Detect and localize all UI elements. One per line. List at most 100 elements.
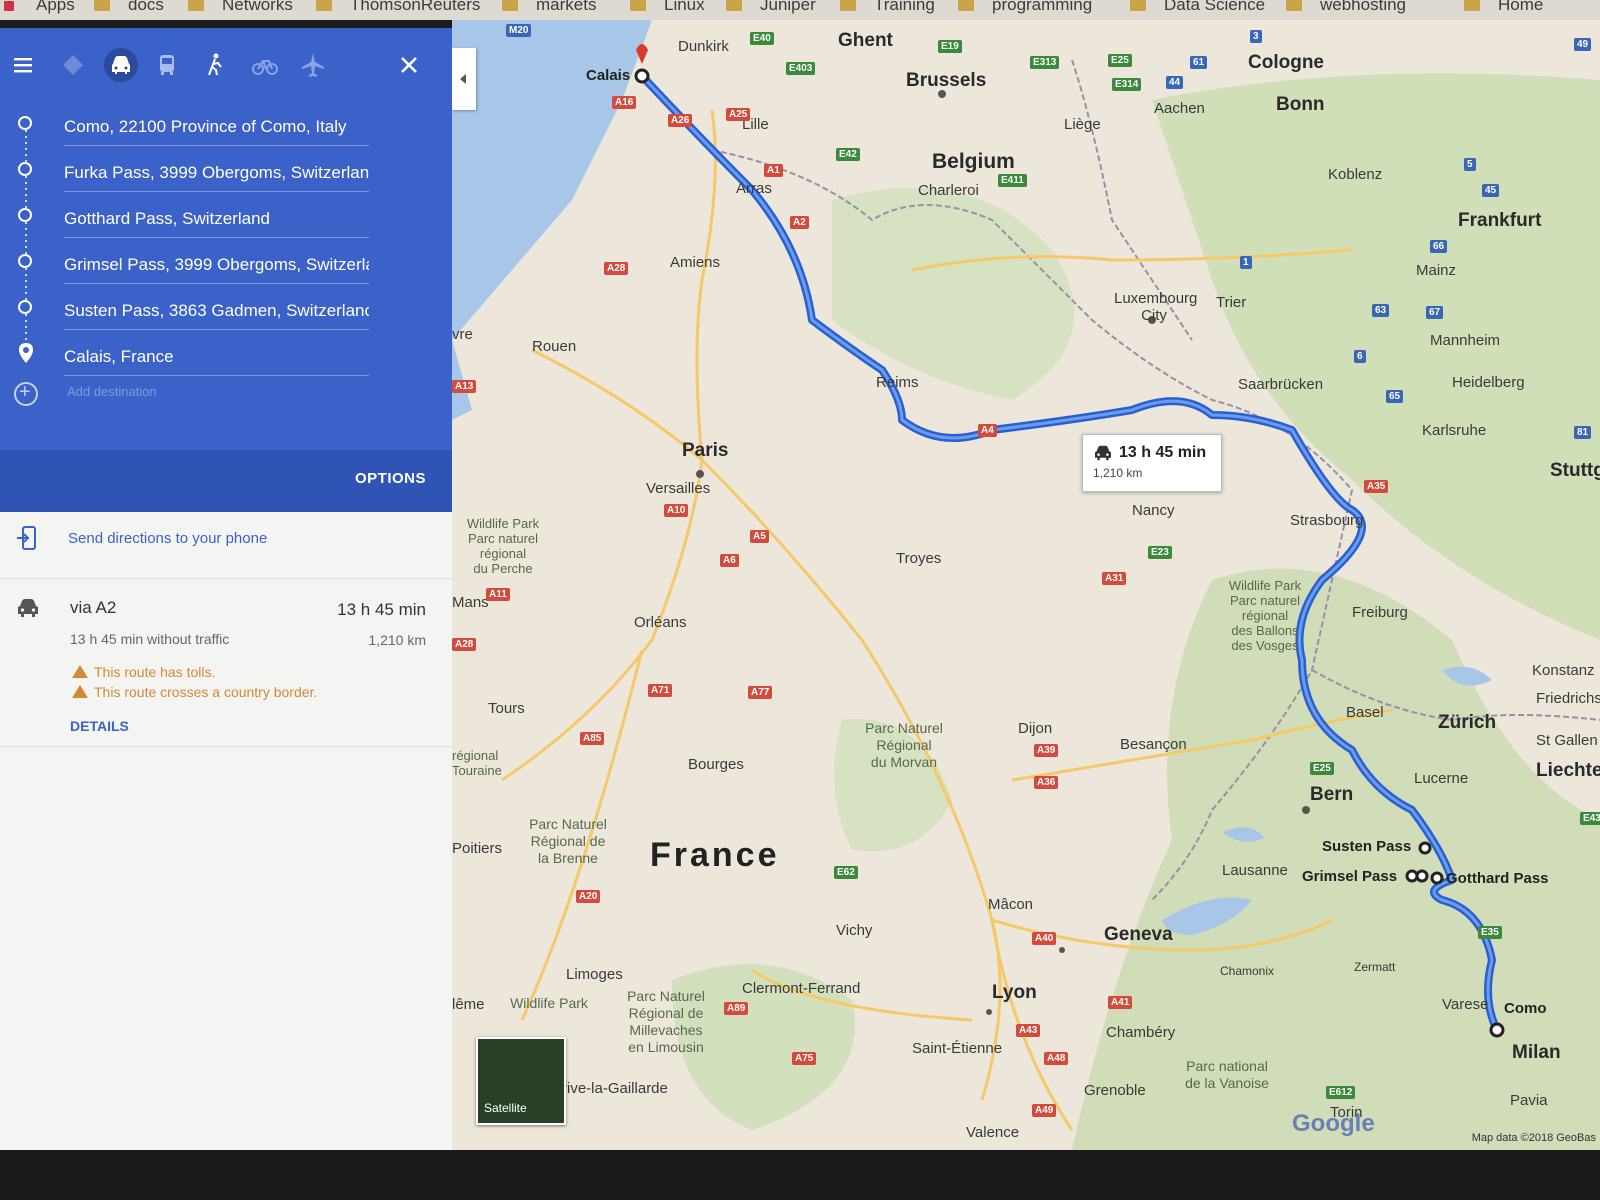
waypoint-input-6[interactable]: Calais, France <box>64 330 369 376</box>
road-badge: A20 <box>576 890 601 903</box>
road-badge: A4 <box>978 424 997 437</box>
city-label: Valence <box>966 1124 1020 1141</box>
stop-marker-calais[interactable] <box>634 68 650 84</box>
mode-transit[interactable] <box>150 48 184 82</box>
waypoint-input-5[interactable]: Susten Pass, 3863 Gadmen, Switzerlanc <box>64 284 369 330</box>
city-label: Como <box>1504 1000 1547 1017</box>
city-label: Arras <box>736 180 772 197</box>
route-summary-box[interactable]: 13 h 45 min 1,210 km <box>1082 434 1222 492</box>
city-label: Liechte <box>1536 760 1600 781</box>
send-directions-row[interactable]: Send directions to your phone <box>0 512 452 579</box>
menu-button[interactable] <box>6 48 40 82</box>
mode-walking[interactable] <box>198 48 232 82</box>
road-badge: E25 <box>1310 762 1334 775</box>
park-label: régional Touraine <box>452 748 502 778</box>
mode-driving[interactable] <box>104 48 138 82</box>
country-label: France <box>650 836 780 874</box>
road-badge: A40 <box>1032 932 1057 945</box>
waypoint-input-2[interactable]: Furka Pass, 3999 Obergoms, Switzerlan <box>64 146 369 192</box>
city-label: Besançon <box>1120 736 1187 753</box>
mode-cycling[interactable] <box>248 48 282 82</box>
road-badge: A10 <box>664 504 689 517</box>
mode-best-route[interactable] <box>56 48 90 82</box>
city-label: Bourges <box>688 756 744 773</box>
send-directions-link[interactable]: Send directions to your phone <box>68 530 267 547</box>
bookmark-apps[interactable]: Apps <box>4 0 75 15</box>
bookmark-networks[interactable]: Networks <box>188 0 293 15</box>
travel-mode-bar <box>0 44 452 84</box>
road-badge: 1 <box>1240 256 1252 269</box>
bookmark-thomsonreuters[interactable]: ThomsonReuters <box>316 0 480 15</box>
bookmark-data-science[interactable]: Data Science <box>1130 0 1265 15</box>
road-badge: E43 <box>1580 812 1600 825</box>
road-badge: E25 <box>1108 54 1132 67</box>
google-logo: Google <box>1292 1110 1375 1137</box>
route-traffic-note: 13 h 45 min without traffic <box>70 631 230 647</box>
collapse-panel-button[interactable] <box>452 48 476 110</box>
bookmark-markets[interactable]: markets <box>502 0 596 15</box>
close-directions-button[interactable] <box>392 48 426 82</box>
stop-label: Grimsel Pass <box>1302 868 1398 885</box>
bookmark-training[interactable]: Training <box>840 0 935 15</box>
bookmark-home[interactable]: Home <box>1464 0 1543 15</box>
road-badge: A75 <box>792 1052 817 1065</box>
city-label: Luxembourg City <box>1114 290 1198 324</box>
warning-icon <box>72 685 88 698</box>
bookmark-label: programming <box>992 0 1093 14</box>
route-option[interactable]: via A2 13 h 45 min 13 h 45 min without t… <box>0 578 452 747</box>
waypoint-input-4[interactable]: Grimsel Pass, 3999 Obergoms, Switzerla <box>64 238 369 284</box>
stop-marker-como[interactable] <box>1489 1022 1505 1038</box>
stop-marker-gotthard[interactable] <box>1430 871 1444 885</box>
road-badge: A13 <box>452 380 477 393</box>
road-badge: A28 <box>452 638 477 651</box>
city-label: Troyes <box>896 550 942 567</box>
road-badge: A41 <box>1108 996 1133 1009</box>
waypoint-input-3[interactable]: Gotthard Pass, Switzerland <box>64 192 369 238</box>
city-label: Dunkirk <box>678 38 729 55</box>
bookmark-webhosting[interactable]: webhosting <box>1286 0 1406 15</box>
city-label: Aachen <box>1154 100 1205 117</box>
bookmark-label: Linux <box>664 0 705 14</box>
city-label: Basel <box>1346 704 1384 721</box>
waypoint-connector <box>25 268 27 300</box>
city-label: Zermatt <box>1354 960 1396 974</box>
city-label: Chamonix <box>1220 964 1275 978</box>
car-icon <box>18 599 38 617</box>
details-button[interactable]: DETAILS <box>70 718 129 734</box>
waypoint-dot-icon <box>18 162 32 176</box>
city-label: Pavia <box>1510 1092 1548 1109</box>
city-label: Nancy <box>1132 502 1175 519</box>
add-destination-icon[interactable] <box>14 381 38 406</box>
bookmark-docs[interactable]: docs <box>94 0 164 15</box>
flight-icon <box>302 53 324 77</box>
city-label: Vichy <box>836 922 873 939</box>
bookmark-label: webhosting <box>1320 0 1407 14</box>
city-label: Brive-la-Gaillarde <box>552 1080 668 1097</box>
stop-marker-furka[interactable] <box>1415 869 1429 883</box>
road-badge: A39 <box>1034 744 1059 757</box>
satellite-toggle[interactable]: Satellite <box>476 1037 566 1125</box>
waypoint-dot-icon <box>18 208 32 222</box>
park-label: Parc national de la Vanoise <box>1185 1058 1269 1091</box>
bookmark-programming[interactable]: programming <box>958 0 1092 15</box>
add-destination-input[interactable]: Add destination <box>67 384 157 399</box>
bookmark-linux[interactable]: Linux <box>630 0 705 15</box>
road-badge: A25 <box>726 108 751 121</box>
city-label: Mans <box>452 594 489 611</box>
map-canvas[interactable]: Dunkirk Calais Ghent Brussels Lille Arra… <box>452 20 1600 1150</box>
stop-marker-susten[interactable] <box>1418 841 1432 855</box>
warning-text: This route has tolls. <box>94 664 216 680</box>
waypoint-input-1[interactable]: Como, 22100 Province of Como, Italy <box>64 100 369 146</box>
road-badge: 65 <box>1386 390 1404 403</box>
road-badge: A1 <box>764 164 783 177</box>
bookmark-juniper[interactable]: Juniper <box>726 0 816 15</box>
road-badge: 66 <box>1430 240 1448 253</box>
road-badge: A11 <box>486 588 510 601</box>
bookmark-label: markets <box>536 0 597 14</box>
city-label: Orléans <box>634 614 687 631</box>
mode-flight[interactable] <box>296 48 330 82</box>
road-badge: 45 <box>1482 184 1500 197</box>
road-badge: A85 <box>580 732 605 745</box>
options-button[interactable]: OPTIONS <box>355 470 426 487</box>
park-label: Wildlife Park Parc naturel régional du P… <box>466 516 540 576</box>
